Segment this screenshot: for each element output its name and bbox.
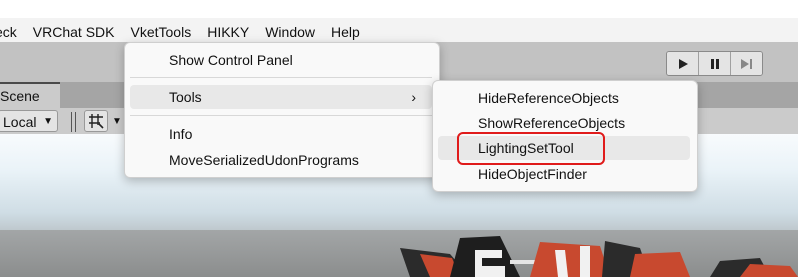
- toolbar-divider: [75, 112, 76, 132]
- step-button[interactable]: [731, 52, 762, 75]
- menu-item-label: HideReferenceObjects: [478, 90, 619, 106]
- pivot-dropdown[interactable]: Local ▼: [0, 110, 58, 132]
- scene-model: [400, 236, 798, 277]
- menu-window[interactable]: Window: [257, 22, 323, 42]
- menu-item-label: Tools: [169, 89, 202, 105]
- menu-vkettools[interactable]: VketTools: [123, 22, 200, 42]
- menu-help[interactable]: Help: [323, 22, 368, 42]
- menu-item-label: HideObjectFinder: [478, 166, 587, 182]
- vkettools-menu: Show Control Panel Tools › Info MoveSeri…: [124, 42, 440, 178]
- chevron-down-icon: ▼: [43, 116, 53, 127]
- menu-item-hide-object-finder[interactable]: HideObjectFinder: [438, 162, 690, 186]
- menu-item-show-control-panel[interactable]: Show Control Panel: [130, 48, 432, 72]
- menu-item-label: MoveSerializedUdonPrograms: [169, 152, 359, 168]
- menu-item-info[interactable]: Info: [130, 122, 432, 146]
- menubar: eck VRChat SDK VketTools HIKKY Window He…: [0, 22, 368, 42]
- pause-button[interactable]: [699, 52, 731, 75]
- menu-vrchat-sdk[interactable]: VRChat SDK: [25, 22, 123, 42]
- toolbar-divider: [71, 112, 72, 132]
- menu-item-move-serialized-udon-programs[interactable]: MoveSerializedUdonPrograms: [130, 148, 432, 172]
- title-strip: [0, 0, 798, 18]
- menu-divider: [130, 115, 432, 116]
- menu-item-label: Info: [169, 126, 193, 142]
- step-icon: [740, 58, 752, 69]
- grid-snap-icon: [89, 114, 104, 129]
- pause-icon: [710, 58, 719, 69]
- menu-item-label: Show Control Panel: [169, 52, 293, 68]
- menu-item-label: ShowReferenceObjects: [478, 115, 626, 131]
- menu-item-hide-reference-objects[interactable]: HideReferenceObjects: [438, 86, 690, 110]
- chevron-right-icon: ›: [411, 89, 416, 105]
- play-button[interactable]: [667, 52, 699, 75]
- menu-hikky[interactable]: HIKKY: [199, 22, 257, 42]
- grid-snap-button[interactable]: [84, 110, 108, 132]
- menu-eck[interactable]: eck: [0, 22, 25, 42]
- play-icon: [678, 58, 688, 69]
- menu-divider: [130, 77, 432, 78]
- pivot-dropdown-label: Local: [3, 114, 37, 130]
- chevron-down-icon[interactable]: ▼: [110, 112, 124, 132]
- play-controls: [666, 51, 763, 76]
- tab-scene[interactable]: Scene: [0, 82, 60, 108]
- menu-item-tools[interactable]: Tools ›: [130, 85, 432, 109]
- annotation-highlight: [457, 132, 605, 165]
